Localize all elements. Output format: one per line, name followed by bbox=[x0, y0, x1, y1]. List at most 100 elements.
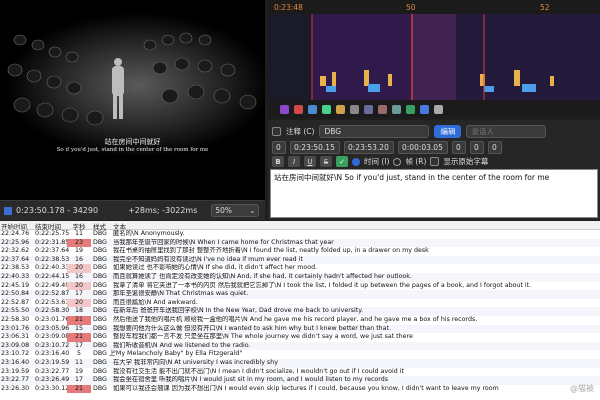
grid-rows: 22:24.76 0:22:25.75 11 DBG 匿名的\N Anonymously… bbox=[0, 230, 600, 394]
cell-end: 0:22:53.61 bbox=[35, 298, 70, 306]
margin-vertical-field[interactable]: 0 bbox=[488, 141, 502, 154]
header-style[interactable]: 样式 bbox=[91, 221, 111, 231]
cell-style: DBG bbox=[93, 298, 107, 306]
margin-right-field[interactable]: 0 bbox=[470, 141, 484, 154]
audio-toolbar bbox=[268, 100, 600, 118]
table-row[interactable]: 22:24.76 0:22:25.75 11 DBG 匿名的\N Anonymously… bbox=[0, 230, 600, 239]
margin-left-field[interactable]: 0 bbox=[452, 141, 466, 154]
layer-field[interactable]: 0 bbox=[272, 141, 286, 154]
cell-text: 如果她读过 也不影响她的心情\N If she did, it didn't a… bbox=[113, 264, 318, 272]
cell-text: 当我那年圣诞节回家的时候\N When I came home for Chri… bbox=[113, 238, 334, 246]
header-cps[interactable]: 字秒 bbox=[67, 221, 91, 231]
cell-cps: 16 bbox=[74, 272, 83, 280]
cell-text: 而且就算她读了 也肯定没有改变她的认知\N And, if she had, i… bbox=[113, 272, 412, 280]
time-mode-radio[interactable] bbox=[352, 157, 360, 166]
header-start[interactable]: 开始时间 bbox=[0, 221, 29, 229]
time-mode-label: 时间 (I) bbox=[364, 157, 390, 166]
frame-mode-radio[interactable] bbox=[393, 157, 402, 166]
cell-cps: 15 bbox=[74, 324, 83, 332]
mark-end-icon[interactable] bbox=[392, 104, 401, 114]
table-row[interactable]: 22:55.50 0:22:58.30 18 DBG 在新年后 爸爸开车送我回学校\N … bbox=[0, 307, 600, 316]
underline-button[interactable]: U bbox=[304, 156, 316, 167]
edit-style-button[interactable]: 编辑 bbox=[434, 125, 462, 138]
table-row[interactable]: 22:25.96 0:22:31.85 23 DBG 当我那年圣诞节回家的时候\N Wh… bbox=[0, 238, 600, 248]
table-row[interactable]: 22:40.33 0:22:44.15 16 DBG 而且就算她读了 也肯定没有改变她的… bbox=[0, 272, 600, 282]
cell-cps: 20 bbox=[67, 281, 91, 291]
cell-start: 22:52.87 bbox=[1, 298, 29, 306]
cell-start: 23:06.31 bbox=[1, 333, 29, 341]
cell-cps: 17 bbox=[74, 376, 83, 384]
cell-start: 22:32.62 bbox=[1, 247, 29, 255]
cell-end: 0:23:19.59 bbox=[35, 358, 70, 366]
play-before-icon[interactable] bbox=[308, 104, 317, 114]
cell-text: 在大学 我非常内向\N At university I was incredib… bbox=[113, 358, 278, 366]
speaker-input[interactable]: 说话人 bbox=[466, 125, 547, 138]
cell-end: 0:23:30.12 bbox=[35, 384, 70, 392]
video-frame-image bbox=[0, 0, 265, 200]
zoom-select[interactable]: 50% ⌄ bbox=[211, 204, 260, 217]
subtitle-editor-app: 站在房间中间就好 So if you'd just, stand in the … bbox=[0, 0, 600, 400]
video-preview[interactable]: 站在房间中间就好 So if you'd just, stand in the … bbox=[0, 0, 265, 200]
cell-end: 0:22:58.30 bbox=[35, 307, 70, 315]
comment-checkbox[interactable] bbox=[272, 127, 281, 136]
table-row[interactable]: 23:09.08 0:23:10.72 17 DBG 我们听收音机\N And we l… bbox=[0, 341, 600, 351]
cell-cps: 23 bbox=[67, 238, 91, 248]
cell-start: 23:01.76 bbox=[1, 324, 29, 332]
table-row[interactable]: 22:38.53 0:22:40.33 20 DBG 如果她读过 也不影响她的心情\N … bbox=[0, 264, 600, 273]
table-row[interactable]: 23:16.40 0:23:19.59 11 DBG 在大学 我非常内向\N At un… bbox=[0, 358, 600, 368]
start-time-field[interactable]: 0:23:50.15 bbox=[290, 141, 340, 154]
play-after-icon[interactable] bbox=[322, 104, 331, 114]
grid-header: 开始时间 结束时间 字秒 样式 文本 bbox=[0, 221, 600, 231]
table-row[interactable]: 22:37.64 0:22:38.53 16 DBG 我完全不知道妈妈有没有读过\N I… bbox=[0, 255, 600, 265]
style-select[interactable]: DBG bbox=[319, 125, 430, 138]
audio-spectrogram-panel[interactable]: 0:23:48 50 52 bbox=[268, 0, 600, 118]
header-end[interactable]: 结束时间 bbox=[29, 221, 67, 231]
play-icon[interactable] bbox=[4, 206, 12, 215]
snap-icon[interactable] bbox=[280, 104, 289, 114]
table-row[interactable]: 23:26.30 0:23:30.12 21 DBG 如果可以我还会翘课 因为我不想出门… bbox=[0, 384, 600, 394]
cell-end: 0:23:22.77 bbox=[35, 367, 70, 375]
duration-field[interactable]: 0:00:03.05 bbox=[398, 141, 448, 154]
end-time-field[interactable]: 0:23:53.20 bbox=[344, 141, 394, 154]
cell-end: 0:23:05.96 bbox=[35, 324, 70, 332]
cell-end: 0:23:10.72 bbox=[35, 341, 70, 349]
play-selection-icon[interactable] bbox=[294, 104, 303, 114]
cell-style: DBG bbox=[93, 376, 107, 384]
table-row[interactable]: 23:06.31 0:23:09.08 21 DBG 整段车程我们都一言不发 只是坐在那… bbox=[0, 333, 600, 342]
table-row[interactable]: 22:58.30 0:23:01.76 21 DBG 然后他送了我他的唱片机 顺给我一盒… bbox=[0, 315, 600, 325]
show-original-checkbox[interactable] bbox=[430, 157, 440, 166]
strikeout-button[interactable]: S bbox=[320, 156, 332, 167]
timeline-start-label: 0:23:48 bbox=[274, 3, 303, 12]
keyframe-icon[interactable] bbox=[420, 104, 429, 114]
cell-style: DBG bbox=[93, 324, 107, 332]
table-row[interactable]: 23:10.72 0:23:16.40 5 DBG 上 "My Melancholy B… bbox=[0, 350, 600, 359]
cell-style: DBG bbox=[93, 238, 107, 246]
table-row[interactable]: 22:32.62 0:22:37.64 19 DBG 我在书桌的抽屉里找到了那封 整整齐… bbox=[0, 247, 600, 256]
time-offset-display: +28ms; -3022ms bbox=[128, 206, 198, 215]
commit-icon[interactable] bbox=[406, 104, 415, 114]
table-row[interactable]: 22:45.19 0:22:49.49 20 DBG 我拿了清单 将它夹进了一本书的内页… bbox=[0, 281, 600, 291]
spectrum-mode-icon[interactable] bbox=[434, 104, 443, 114]
stop-icon[interactable] bbox=[350, 104, 359, 114]
cell-text: 我们听收音机\N And we listened to the radio. bbox=[113, 341, 251, 349]
italic-button[interactable]: I bbox=[288, 156, 300, 167]
subtitle-text-input[interactable]: 站在房间中间就好\N So if you'd just, stand in th… bbox=[270, 169, 598, 218]
loop-icon[interactable] bbox=[364, 104, 373, 114]
cell-start: 22:25.96 bbox=[1, 238, 29, 246]
table-row[interactable]: 23:19.59 0:23:22.77 19 DBG 我没有社交生活 能不出门就不出门\… bbox=[0, 368, 600, 377]
cell-start: 22:24.76 bbox=[1, 230, 29, 237]
timeline-label-52: 52 bbox=[540, 3, 550, 12]
header-text[interactable]: 文本 bbox=[111, 221, 600, 229]
cell-cps: 11 bbox=[74, 358, 83, 366]
table-row[interactable]: 23:01.76 0:23:05.96 15 DBG 我想要问他为什么这么做 但没有开口… bbox=[0, 324, 600, 334]
mark-start-icon[interactable] bbox=[378, 104, 387, 114]
bold-button[interactable]: B bbox=[272, 156, 284, 167]
table-row[interactable]: 23:22.77 0:23:26.49 17 DBG 我会坐在宿舍里 听我的唱片\N I… bbox=[0, 376, 600, 385]
commit-check-icon[interactable]: ✓ bbox=[336, 156, 348, 167]
play-range-icon[interactable] bbox=[336, 104, 345, 114]
table-row[interactable]: 22:50.84 0:22:52.87 17 DBG 那年圣诞很安静\N That Ch… bbox=[0, 290, 600, 299]
style-select-value: DBG bbox=[324, 127, 342, 136]
video-time-display[interactable]: 0:23:50.178 - 34290 bbox=[16, 206, 98, 215]
cell-text: 如果可以我还会翘课 因为我不想出门\N I would even skip le… bbox=[113, 384, 499, 392]
table-row[interactable]: 22:52.87 0:22:53.61 20 DBG 而且很尴尬\N And awkwa… bbox=[0, 298, 600, 308]
